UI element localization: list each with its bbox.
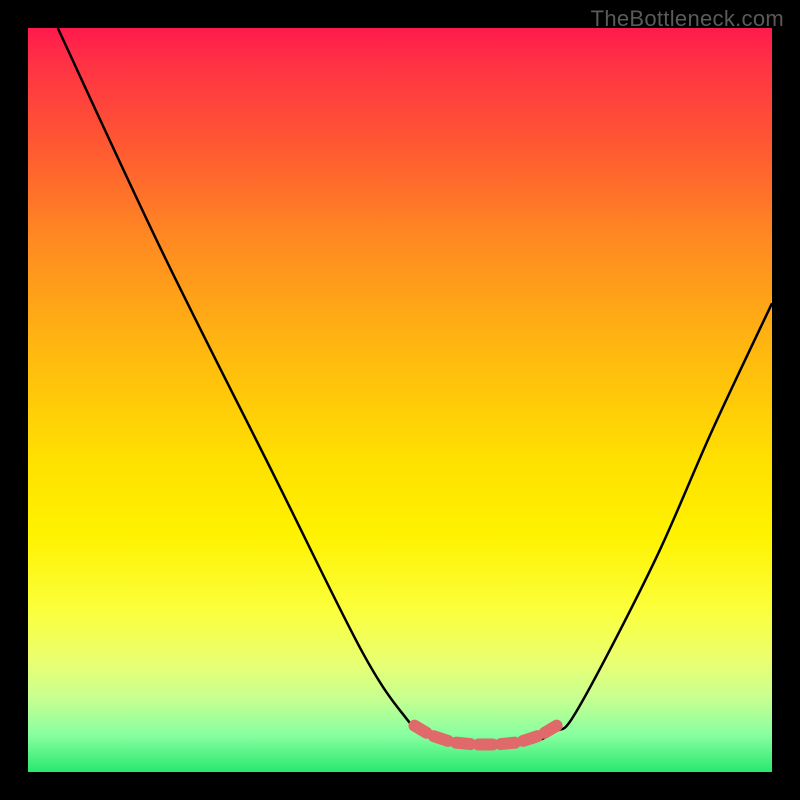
bottleneck-curve-path: [58, 28, 772, 746]
valley-markers-group: [415, 726, 557, 745]
valley-marker-segment: [545, 726, 557, 733]
valley-marker-segment: [415, 726, 427, 733]
valley-marker-segment: [434, 736, 448, 741]
plot-area: [28, 28, 772, 772]
valley-marker-segment: [501, 743, 515, 744]
curve-svg: [28, 28, 772, 772]
valley-marker-segment: [523, 736, 537, 741]
valley-marker-segment: [456, 743, 470, 744]
chart-container: TheBottleneck.com: [0, 0, 800, 800]
